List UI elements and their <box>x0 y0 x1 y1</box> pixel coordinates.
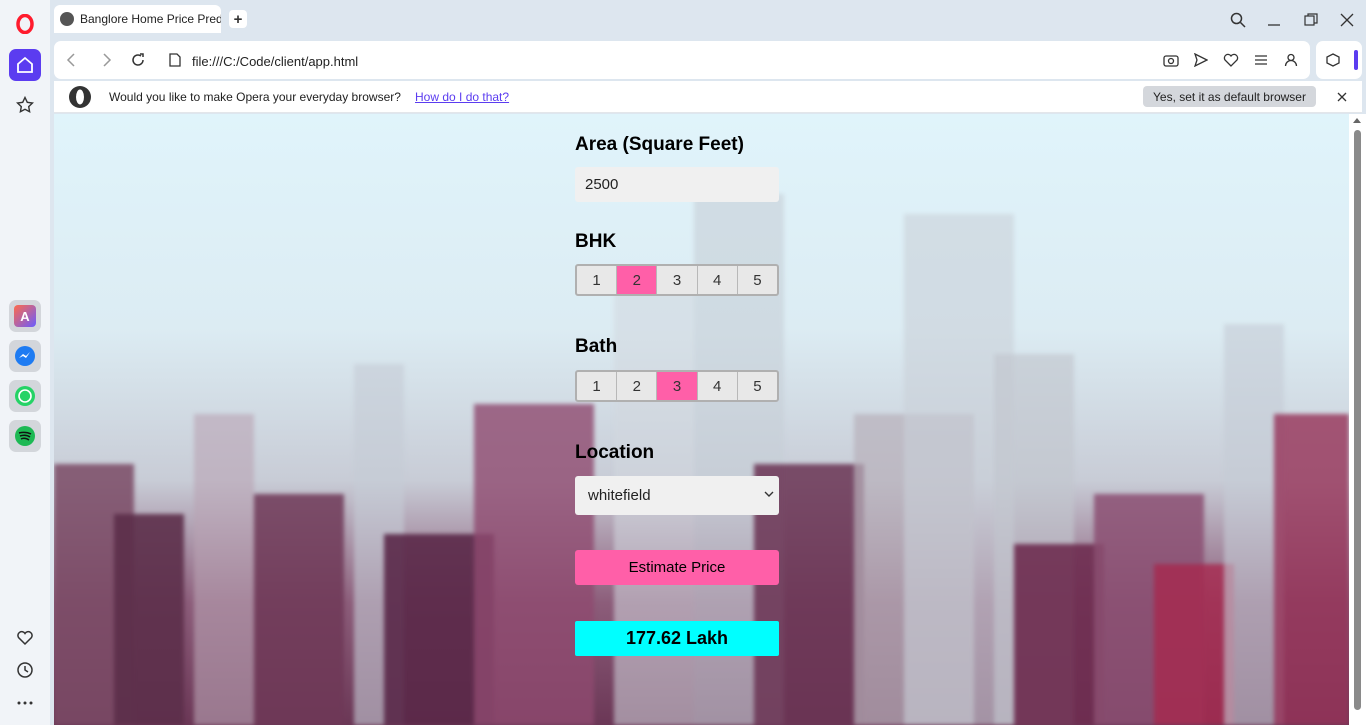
aria-icon[interactable]: A <box>9 300 41 332</box>
file-icon <box>167 52 183 68</box>
scroll-thumb[interactable] <box>1354 130 1361 710</box>
globe-icon <box>60 12 74 26</box>
star-icon[interactable] <box>9 89 41 121</box>
easy-setup-icon[interactable] <box>1252 51 1270 69</box>
set-default-button[interactable]: Yes, set it as default browser <box>1143 86 1316 107</box>
profile-icon[interactable] <box>1282 51 1300 69</box>
page-content: Area (Square Feet) BHK 12345 Bath 12345 … <box>54 114 1349 725</box>
infobar-link[interactable]: How do I do that? <box>415 90 509 104</box>
search-icon[interactable] <box>1228 10 1248 30</box>
bhk-option-2[interactable]: 2 <box>617 266 658 294</box>
infobar-text: Would you like to make Opera your everyd… <box>109 90 401 104</box>
extensions-area <box>1316 41 1362 79</box>
minimize-icon[interactable] <box>1264 10 1284 30</box>
bhk-option-1[interactable]: 1 <box>577 266 618 294</box>
bath-selector: 12345 <box>575 370 779 402</box>
bhk-option-4[interactable]: 4 <box>698 266 738 294</box>
reload-icon[interactable] <box>129 51 147 69</box>
bath-option-4[interactable]: 4 <box>698 372 738 400</box>
spotify-icon[interactable] <box>9 420 41 452</box>
home-icon[interactable] <box>9 49 41 81</box>
address-bar <box>54 41 1310 79</box>
location-select[interactable]: whitefield <box>575 476 779 515</box>
back-icon[interactable] <box>62 51 80 69</box>
bhk-option-5[interactable]: 5 <box>738 266 777 294</box>
opera-sidebar: A <box>0 0 50 725</box>
bhk-label: BHK <box>575 231 617 252</box>
opera-logo-icon[interactable] <box>9 8 41 40</box>
close-infobar-icon[interactable] <box>1334 89 1350 105</box>
restore-icon[interactable] <box>1301 10 1321 30</box>
chevron-down-icon <box>764 490 774 498</box>
tab-active[interactable]: Banglore Home Price Pred <box>54 5 221 33</box>
sidebar-toggle-indicator[interactable] <box>1354 50 1358 70</box>
heart-icon[interactable] <box>9 622 41 654</box>
area-label: Area (Square Feet) <box>575 134 744 155</box>
location-value: whitefield <box>588 487 651 504</box>
whatsapp-icon[interactable] <box>9 380 41 412</box>
default-browser-infobar: Would you like to make Opera your everyd… <box>54 81 1362 113</box>
tab-title: Banglore Home Price Pred <box>80 12 221 26</box>
bath-option-5[interactable]: 5 <box>738 372 777 400</box>
estimate-price-button[interactable]: Estimate Price <box>575 550 779 585</box>
camera-icon[interactable] <box>1162 51 1180 69</box>
scroll-up-arrow-icon[interactable] <box>1353 118 1361 123</box>
bath-option-3[interactable]: 3 <box>657 372 698 400</box>
scrollbar[interactable] <box>1349 114 1366 725</box>
new-tab-icon[interactable]: + <box>229 10 247 28</box>
history-icon[interactable] <box>9 654 41 686</box>
forward-icon[interactable] <box>98 51 116 69</box>
bath-label: Bath <box>575 336 618 357</box>
bath-option-1[interactable]: 1 <box>577 372 618 400</box>
bhk-selector: 12345 <box>575 264 779 296</box>
close-window-icon[interactable] <box>1337 10 1357 30</box>
more-icon[interactable] <box>9 687 41 719</box>
area-input[interactable] <box>575 167 779 202</box>
location-label: Location <box>575 442 655 463</box>
messenger-icon[interactable] <box>9 340 41 372</box>
extensions-icon[interactable] <box>1324 51 1342 69</box>
price-result: 177.62 Lakh <box>575 621 779 656</box>
url-field[interactable] <box>192 51 892 71</box>
tab-bar: Banglore Home Price Pred + <box>50 0 1366 38</box>
bath-option-2[interactable]: 2 <box>617 372 658 400</box>
send-icon[interactable] <box>1192 51 1210 69</box>
opera-icon <box>68 85 92 109</box>
bhk-option-3[interactable]: 3 <box>657 266 698 294</box>
heart-bookmark-icon[interactable] <box>1222 51 1240 69</box>
